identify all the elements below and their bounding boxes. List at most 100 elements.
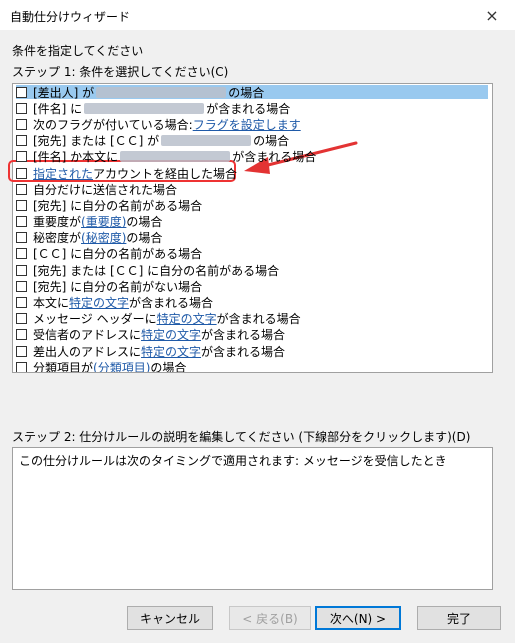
condition-text-part: が含まれる場合 (216, 312, 301, 327)
condition-text-part: アカウントを経由した場合 (93, 166, 238, 181)
condition-row[interactable]: [件名] か本文に が含まれる場合 (13, 149, 492, 165)
condition-row[interactable]: [宛先] に自分の名前がある場合 (13, 197, 492, 213)
redacted-value (84, 102, 205, 114)
redacted-value (96, 86, 227, 98)
condition-checkbox[interactable] (16, 264, 27, 276)
condition-text: 秘密度が (秘密度) の場合 (33, 229, 162, 246)
condition-row[interactable]: [件名] に が含まれる場合 (13, 100, 492, 116)
finish-button[interactable]: 完了 (417, 606, 501, 630)
condition-link[interactable]: 特定の文字 (157, 310, 217, 327)
condition-link[interactable]: 指定された (33, 165, 93, 182)
condition-row[interactable]: [宛先] に自分の名前がない場合 (13, 278, 492, 294)
condition-checkbox[interactable] (16, 216, 27, 228)
condition-text-part: が含まれる場合 (201, 328, 286, 343)
condition-checkbox[interactable] (16, 345, 27, 357)
condition-link[interactable]: 特定の文字 (69, 294, 129, 311)
condition-row[interactable]: 重要度が (重要度) の場合 (13, 214, 492, 230)
condition-text: [ＣＣ] に自分の名前がある場合 (33, 245, 202, 262)
condition-text-part: の場合 (126, 231, 163, 246)
step-intro: 条件を指定してください (12, 44, 144, 58)
rule-description-box[interactable]: この仕分けルールは次のタイミングで適用されます: メッセージを受信したとき (12, 447, 493, 590)
rule-description-text: この仕分けルールは次のタイミングで適用されます: メッセージを受信したとき (19, 454, 447, 468)
condition-checkbox[interactable] (16, 102, 27, 114)
condition-checkbox[interactable] (16, 297, 27, 309)
condition-text: [宛先] に自分の名前がない場合 (33, 278, 202, 295)
condition-text: [宛先] または [ＣＣ] に自分の名前がある場合 (33, 262, 279, 279)
condition-text: [宛先] または [ＣＣ] が の場合 (33, 132, 289, 149)
condition-row[interactable]: 次のフラグが付いている場合: フラグを設定します (13, 116, 492, 132)
condition-checkbox[interactable] (16, 118, 27, 130)
condition-text: [差出人] が の場合 (33, 84, 264, 101)
condition-link[interactable]: 特定の文字 (141, 326, 201, 343)
condition-checkbox[interactable] (16, 199, 27, 211)
condition-link[interactable]: 特定の文字 (141, 343, 201, 360)
condition-row[interactable]: 秘密度が (秘密度) の場合 (13, 230, 492, 246)
redacted-value (120, 151, 231, 163)
condition-text: [件名] か本文に が含まれる場合 (33, 148, 316, 165)
condition-link[interactable]: (重要度) (81, 213, 126, 230)
condition-text-part: [宛先] または [ＣＣ] に自分の名前がある場合 (33, 263, 280, 278)
condition-checkbox[interactable] (16, 135, 27, 147)
condition-text-part: 自分だけに送信された場合 (33, 182, 178, 197)
condition-text-part: 分類項目が (33, 360, 94, 373)
condition-row[interactable]: [宛先] または [ＣＣ] に自分の名前がある場合 (13, 262, 492, 278)
condition-row[interactable]: 差出人のアドレスに 特定の文字 が含まれる場合 (13, 343, 492, 359)
condition-text-part: 秘密度が (33, 231, 82, 246)
next-button[interactable]: 次へ(N) > (315, 606, 401, 630)
condition-text-part: [件名] に (33, 101, 83, 116)
condition-text: 受信者のアドレスに 特定の文字 が含まれる場合 (33, 326, 285, 343)
condition-text-part: 本文に (33, 296, 70, 311)
step2-label: ステップ 2: 仕分けルールの説明を編集してください (下線部分をクリックします… (12, 430, 471, 444)
condition-text-part: 重要度が (33, 215, 82, 230)
redacted-value (161, 135, 252, 147)
close-icon[interactable]: × (469, 0, 515, 30)
cancel-button[interactable]: キャンセル (127, 606, 213, 630)
condition-checkbox[interactable] (16, 248, 27, 260)
condition-text: 差出人のアドレスに 特定の文字 が含まれる場合 (33, 343, 285, 360)
condition-row[interactable]: [宛先] または [ＣＣ] が の場合 (13, 133, 492, 149)
condition-row[interactable]: 自分だけに送信された場合 (13, 181, 492, 197)
condition-checkbox[interactable] (16, 151, 27, 163)
condition-text-part: [差出人] が (33, 85, 95, 100)
condition-checkbox[interactable] (16, 329, 27, 341)
condition-text: 本文に 特定の文字 が含まれる場合 (33, 294, 213, 311)
condition-text-part: 受信者のアドレスに (33, 328, 142, 343)
condition-checkbox[interactable] (16, 86, 27, 98)
condition-text: 分類項目が (分類項目) の場合 (33, 359, 186, 373)
condition-text-part: が含まれる場合 (129, 296, 214, 311)
condition-row[interactable]: メッセージ ヘッダーに 特定の文字 が含まれる場合 (13, 311, 492, 327)
condition-checkbox[interactable] (16, 361, 27, 372)
condition-checkbox[interactable] (16, 167, 27, 179)
condition-row[interactable]: 本文に 特定の文字 が含まれる場合 (13, 294, 492, 310)
condition-link[interactable]: (秘密度) (81, 229, 126, 246)
condition-text-part: [宛先] に自分の名前がある場合 (33, 198, 203, 213)
condition-text-part: が含まれる場合 (232, 150, 317, 165)
condition-row[interactable]: [ＣＣ] に自分の名前がある場合 (13, 246, 492, 262)
condition-row[interactable]: [差出人] が の場合 (13, 84, 492, 100)
condition-row[interactable]: 受信者のアドレスに 特定の文字 が含まれる場合 (13, 327, 492, 343)
condition-checkbox[interactable] (16, 232, 27, 244)
condition-text-part: [ＣＣ] に自分の名前がある場合 (33, 247, 203, 262)
condition-checkbox[interactable] (16, 313, 27, 325)
title-bar: 自動仕分けウィザード × (0, 0, 515, 30)
condition-text: 次のフラグが付いている場合: フラグを設定します (33, 116, 301, 133)
condition-text-part: 差出人のアドレスに (33, 344, 142, 359)
condition-checkbox[interactable] (16, 280, 27, 292)
condition-checkbox[interactable] (16, 183, 27, 195)
condition-text-part: が含まれる場合 (206, 101, 291, 116)
condition-text-part: [宛先] または [ＣＣ] が (33, 134, 160, 149)
condition-text: 重要度が (重要度) の場合 (33, 213, 162, 230)
condition-text-part: の場合 (253, 134, 290, 149)
condition-text-part: メッセージ ヘッダーに (33, 312, 157, 327)
condition-text-part: の場合 (228, 85, 265, 100)
condition-link[interactable]: (分類項目) (93, 359, 150, 372)
condition-text: メッセージ ヘッダーに 特定の文字 が含まれる場合 (33, 310, 301, 327)
condition-text: 指定された アカウントを経由した場合 (33, 165, 237, 182)
condition-row[interactable]: 分類項目が (分類項目) の場合 (13, 359, 492, 373)
back-button[interactable]: < 戻る(B) (229, 606, 311, 630)
condition-text: 自分だけに送信された場合 (33, 181, 177, 198)
condition-text: [件名] に が含まれる場合 (33, 100, 290, 117)
condition-link[interactable]: フラグを設定します (193, 116, 301, 133)
condition-text-part: [宛先] に自分の名前がない場合 (33, 279, 203, 294)
conditions-list[interactable]: [差出人] が の場合 [件名] に が含まれる場合 次のフラグが付いている場合: … (12, 83, 493, 373)
